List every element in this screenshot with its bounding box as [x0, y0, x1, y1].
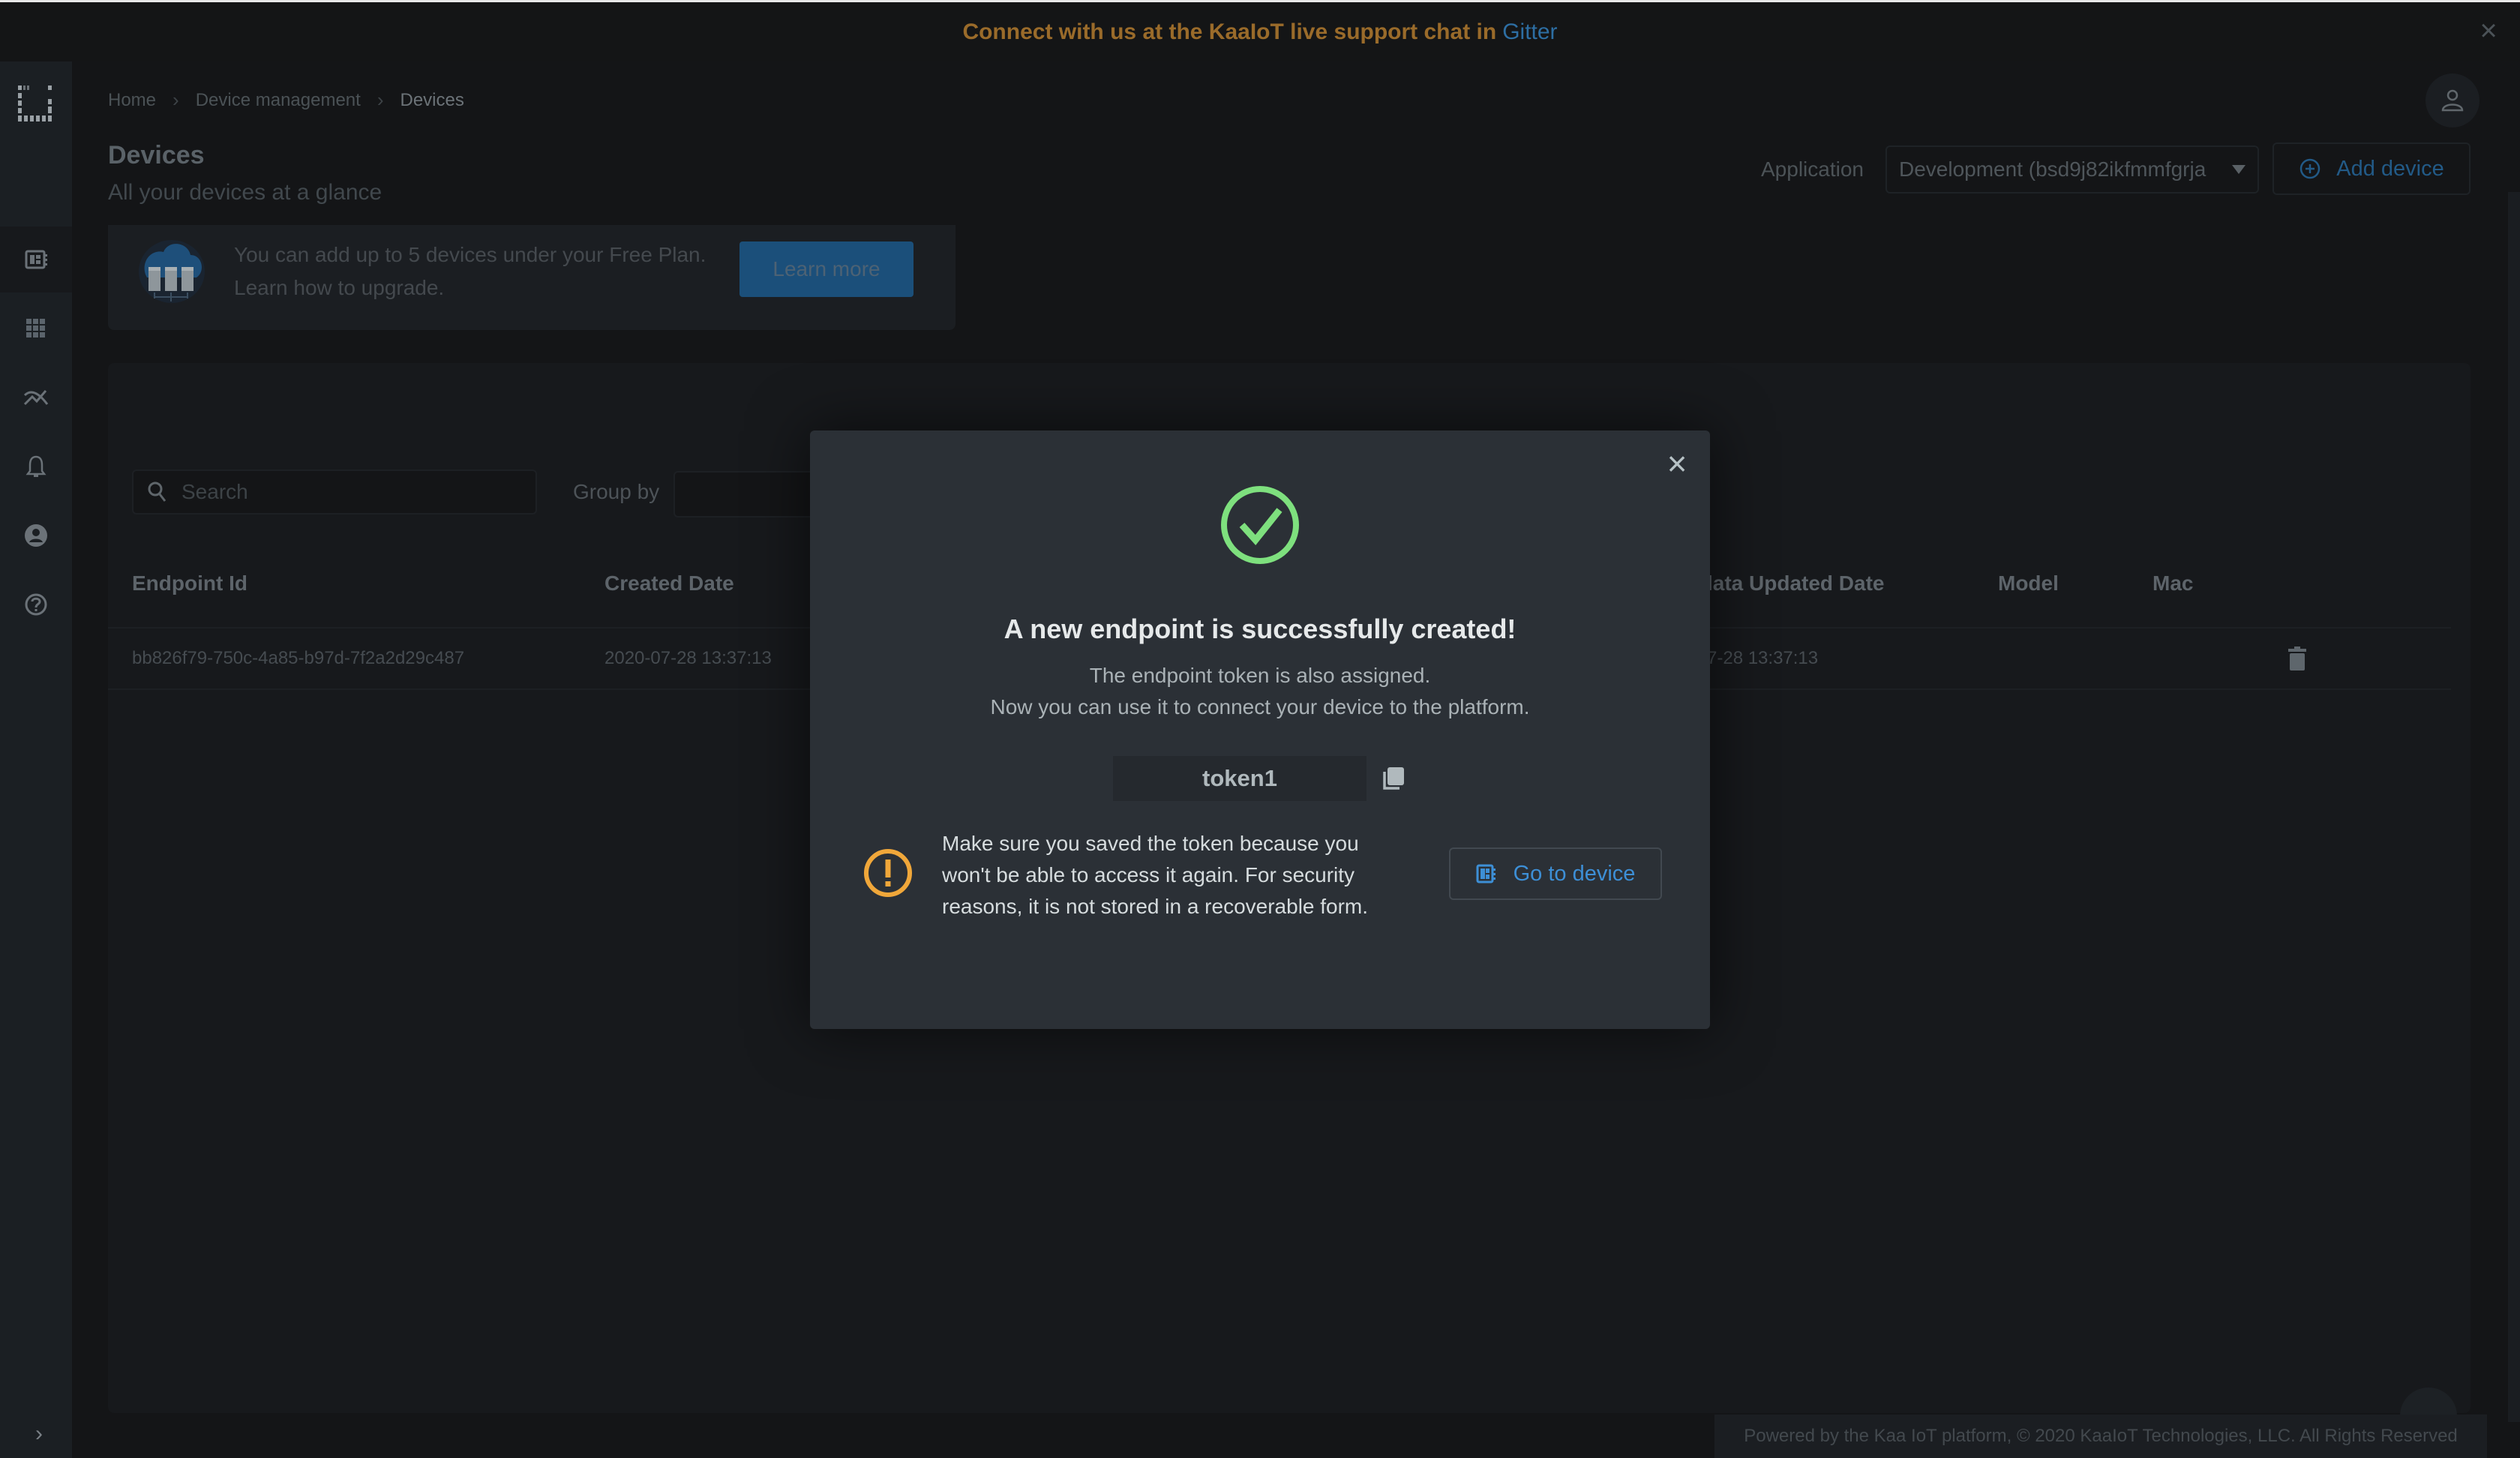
caret-down-icon — [2232, 165, 2246, 174]
app-root: Connect with us at the KaaIoT live suppo… — [0, 0, 2520, 1458]
add-device-button[interactable]: Add device — [2272, 142, 2470, 195]
search-input[interactable] — [182, 480, 512, 504]
modal-subtitle-line-1: The endpoint token is also assigned. — [1089, 664, 1431, 687]
help-icon — [25, 593, 47, 616]
endpoint-created-dialog: × A new endpoint is successfully created… — [810, 430, 1710, 1029]
page-subtitle: All your devices at a glance — [108, 180, 382, 205]
token-value[interactable]: token1 — [1113, 756, 1366, 801]
application-label: Application — [1761, 158, 1864, 181]
application-select-value: Development (bsd9j82ikfmmfgrja — [1899, 158, 2206, 181]
sidebar-item-applications[interactable] — [0, 296, 72, 362]
sidebar: › — [0, 62, 72, 1458]
breadcrumb-device-management[interactable]: Device management — [196, 90, 361, 111]
cell-created-date: 2020-07-28 13:37:13 — [604, 648, 772, 668]
cell-updated-date: 7-28 13:37:13 — [1707, 648, 1819, 668]
support-banner: Connect with us at the KaaIoT live suppo… — [0, 0, 2520, 62]
user-menu-button[interactable] — [2426, 74, 2480, 128]
user-icon — [2441, 89, 2464, 112]
sidebar-item-help[interactable] — [0, 572, 72, 638]
banner-close-button[interactable]: × — [2474, 16, 2504, 46]
close-icon: × — [1666, 444, 1688, 483]
cell-endpoint-id[interactable]: bb826f79-750c-4a85-b97d-7f2a2d29c487 — [132, 648, 464, 669]
sidebar-expand-button[interactable]: › — [30, 1422, 48, 1446]
bell-icon — [26, 455, 46, 477]
delete-trash-icon[interactable] — [2288, 646, 2307, 670]
application-select[interactable]: Development (bsd9j82ikfmmfgrja — [1886, 146, 2259, 194]
chevron-right-icon: › — [172, 88, 179, 111]
warning-icon — [864, 849, 912, 897]
modal-subtitle: The endpoint token is also assigned. Now… — [810, 660, 1710, 723]
chevron-right-icon: › — [376, 88, 384, 111]
cloud-servers-icon — [139, 240, 205, 303]
add-device-label: Add device — [2336, 156, 2444, 181]
breadcrumb: Home › Device management › Devices — [108, 88, 464, 112]
go-to-device-button[interactable]: Go to device — [1449, 848, 1662, 900]
breadcrumb-home[interactable]: Home — [108, 90, 156, 111]
free-plan-line-2: Learn how to upgrade. — [234, 276, 445, 299]
search-icon — [148, 482, 166, 502]
analytics-icon — [23, 390, 49, 406]
sidebar-item-users[interactable] — [0, 502, 72, 568]
page-title: Devices — [108, 141, 205, 170]
free-plan-text: You can add up to 5 devices under your F… — [234, 238, 706, 304]
footer: Powered by the Kaa IoT platform, © 2020 … — [1714, 1414, 2487, 1458]
modal-title: A new endpoint is successfully created! — [1004, 614, 1516, 644]
close-icon: × — [2480, 14, 2498, 47]
free-plan-line-1: You can add up to 5 devices under your F… — [234, 243, 706, 266]
go-to-device-label: Go to device — [1513, 861, 1636, 886]
kaa-logo-icon[interactable] — [16, 84, 54, 123]
free-plan-card: You can add up to 5 devices under your F… — [108, 225, 956, 330]
token-warning-text: Make sure you saved the token because yo… — [942, 832, 1369, 918]
banner-message: Connect with us at the KaaIoT live suppo… — [962, 19, 1497, 44]
plus-circle-icon — [2300, 158, 2320, 179]
column-header-model[interactable]: Model — [1998, 572, 2059, 596]
group-by-label: Group by — [573, 480, 660, 503]
column-header-endpoint-id[interactable]: Endpoint Id — [132, 572, 248, 596]
sidebar-item-analytics[interactable] — [0, 364, 72, 430]
user-circle-icon — [25, 524, 47, 547]
gitter-link[interactable]: Gitter — [1502, 20, 1557, 44]
sidebar-item-device-management[interactable] — [0, 226, 72, 292]
apps-grid-icon — [26, 319, 45, 338]
page-scrollbar[interactable] — [2508, 192, 2520, 1422]
search-field[interactable] — [132, 470, 537, 514]
banner-text: Connect with us at the KaaIoT live suppo… — [962, 20, 1557, 45]
footer-text: Powered by the Kaa IoT platform, © 2020 … — [1744, 1426, 2458, 1446]
column-header-data-updated-date[interactable]: lata Updated Date — [1707, 572, 1885, 596]
chevron-right-icon: › — [35, 1421, 43, 1446]
copy-icon[interactable] — [1380, 765, 1407, 792]
device-dashboard-icon — [25, 250, 47, 269]
column-header-mac[interactable]: Mac — [2152, 572, 2193, 596]
modal-close-button[interactable]: × — [1660, 444, 1694, 483]
device-icon — [1476, 864, 1496, 884]
column-header-created-date[interactable]: Created Date — [604, 572, 734, 596]
sidebar-item-notifications[interactable] — [0, 434, 72, 500]
success-check-icon — [1221, 486, 1299, 564]
breadcrumb-devices: Devices — [400, 89, 464, 110]
modal-subtitle-line-2: Now you can use it to connect your devic… — [990, 695, 1530, 718]
learn-more-button[interactable]: Learn more — [740, 242, 914, 297]
